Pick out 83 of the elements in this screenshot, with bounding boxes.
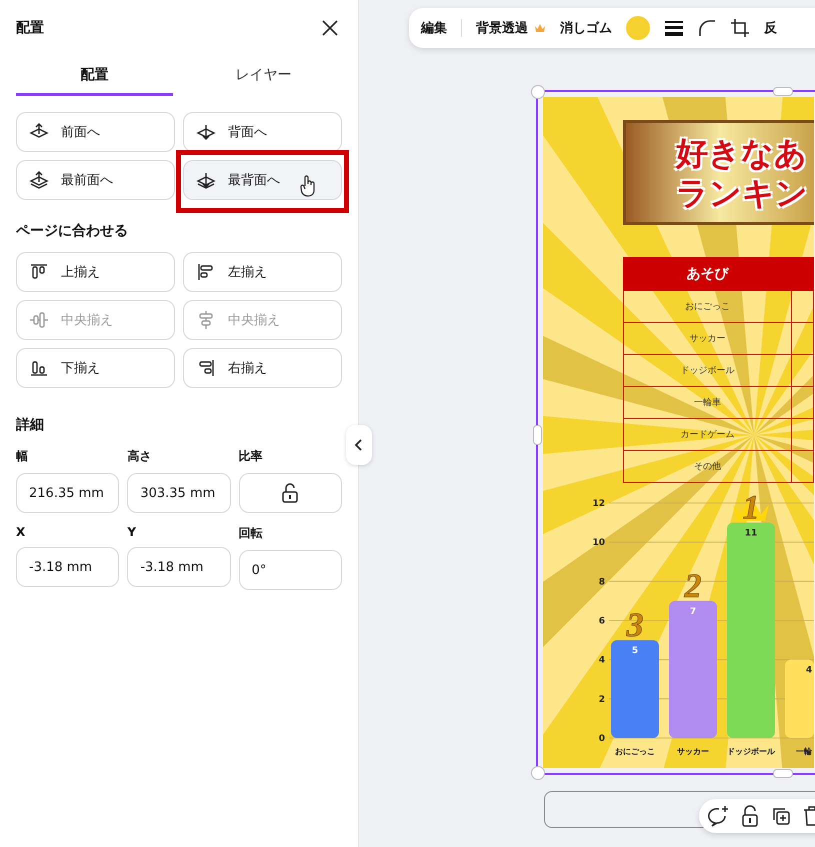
align-button[interactable]: 上揃え — [16, 252, 175, 292]
corner-radius-icon[interactable] — [698, 19, 716, 37]
align-button[interactable]: 下揃え — [16, 348, 175, 388]
axis-tick-label: 12 — [592, 499, 605, 509]
category-label: ドッジボール — [727, 747, 775, 756]
align-button[interactable]: 左揃え — [183, 252, 342, 292]
field-label: 比率 — [238, 448, 264, 465]
title-text: ランキン — [676, 172, 809, 212]
aspect-lock-button[interactable] — [238, 473, 342, 513]
table-cell — [791, 322, 814, 354]
toolbar-button[interactable]: 背景透過 — [476, 19, 528, 37]
axis-tick-label: 4 — [598, 656, 605, 666]
align-button[interactable]: 右揃え — [183, 348, 342, 388]
layer-button[interactable]: 背面へ — [183, 112, 342, 152]
bar-value-label: 11 — [744, 528, 758, 539]
field-label: 幅 — [16, 448, 29, 465]
resize-handle[interactable] — [773, 87, 793, 96]
table-cell — [791, 354, 814, 386]
tab[interactable]: 配置 — [16, 56, 173, 96]
panel-title: 配置 — [16, 19, 44, 37]
input-field[interactable]: 216.35 mm — [16, 473, 120, 513]
title-text: 好きなあ — [676, 132, 808, 172]
table-cell: 一輪車 — [624, 386, 792, 418]
collapse-button[interactable] — [346, 425, 372, 465]
unlock-icon — [281, 483, 300, 503]
axis-tick-label: 8 — [598, 577, 605, 588]
layer-button[interactable]: 最背面へ — [183, 160, 342, 200]
table-header — [791, 258, 814, 290]
unlock-icon[interactable] — [741, 805, 759, 827]
axis-tick-label: 10 — [592, 538, 605, 548]
layer-arrow-icon — [196, 122, 216, 142]
toolbar-button[interactable]: 反 — [764, 19, 777, 37]
table-cell — [791, 290, 814, 322]
layer-arrow-icon — [29, 170, 49, 190]
toolbar-button[interactable]: 消しゴム — [560, 19, 612, 37]
table-cell — [791, 450, 814, 482]
rank-number: 2 — [684, 568, 702, 605]
input-field[interactable]: 0° — [238, 550, 342, 590]
table-cell: サッカー — [624, 322, 792, 354]
resize-handle[interactable] — [533, 425, 542, 445]
tab[interactable]: レイヤー — [185, 56, 342, 96]
table-cell — [791, 418, 814, 450]
bar-value-label: 4 — [806, 666, 812, 676]
input-field[interactable]: -3.18 mm — [16, 547, 120, 587]
input-field[interactable]: -3.18 mm — [127, 547, 231, 587]
section-heading: 詳細 — [16, 416, 45, 434]
field-label: X — [16, 525, 26, 539]
axis-tick-label: 6 — [598, 616, 605, 626]
resize-handle[interactable] — [531, 85, 545, 99]
table-cell: カードゲーム — [624, 418, 792, 450]
table-header: あそび — [624, 258, 792, 290]
section-heading: ページに合わせる — [16, 222, 129, 240]
rank-number: 1 — [742, 495, 760, 527]
bar-value-label: 5 — [632, 646, 638, 656]
line-weight-icon[interactable] — [664, 20, 684, 36]
crop-icon[interactable] — [730, 18, 750, 38]
table-cell — [791, 386, 814, 418]
table-cell: その他 — [624, 450, 792, 482]
axis-tick-label: 2 — [598, 694, 605, 705]
category-label: おにごっこ — [615, 747, 655, 756]
layer-button[interactable]: 前面へ — [16, 112, 175, 152]
input-field[interactable]: 303.35 mm — [127, 473, 231, 513]
layer-button[interactable]: 最前面へ — [16, 160, 175, 200]
resize-handle[interactable] — [773, 769, 793, 778]
chevron-left-icon — [354, 439, 364, 451]
bar-value-label: 7 — [690, 606, 696, 617]
layer-arrow-icon — [196, 170, 216, 190]
resize-handle[interactable] — [531, 766, 545, 780]
axis-tick-label: 0 — [598, 734, 605, 744]
table-cell: おにごっこ — [624, 290, 792, 322]
comment-add-icon[interactable] — [707, 805, 729, 827]
rank-number: 3 — [626, 607, 644, 644]
duplicate-icon[interactable] — [771, 806, 791, 826]
field-label: 高さ — [127, 448, 152, 465]
table-cell: ドッジボール — [624, 354, 792, 386]
field-label: Y — [127, 525, 138, 539]
category-label: サッカー — [677, 747, 709, 756]
align-icon — [29, 310, 49, 330]
close-icon[interactable] — [322, 20, 338, 36]
toolbar-button[interactable]: 編集 — [421, 19, 447, 37]
category-label: 一輪 — [796, 747, 812, 756]
field-label: 回転 — [238, 525, 264, 542]
color-swatch[interactable] — [626, 16, 650, 40]
